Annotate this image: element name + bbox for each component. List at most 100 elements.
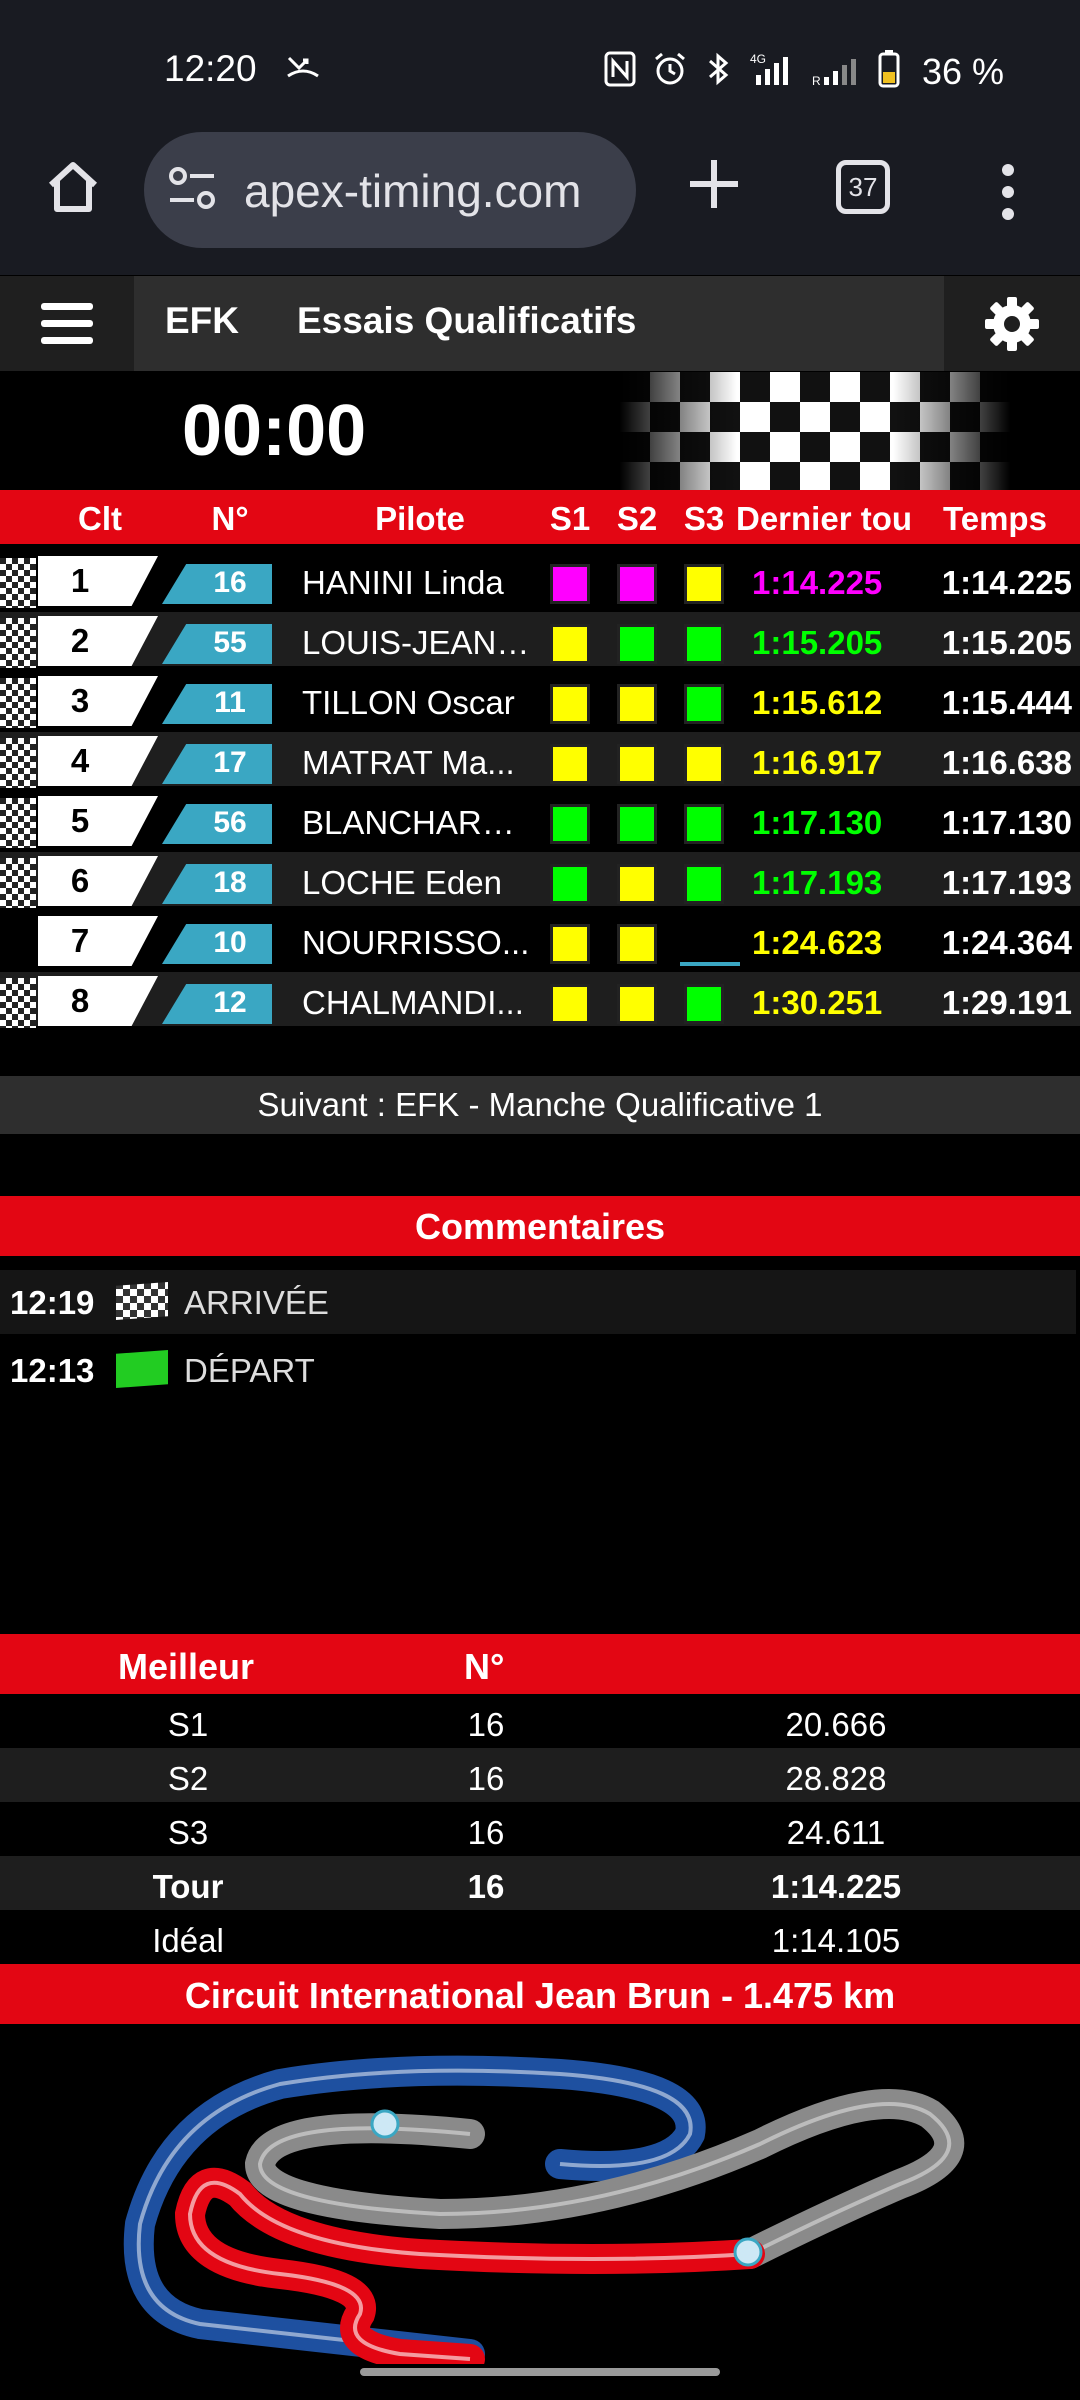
- alarm-icon: [652, 51, 688, 92]
- best-lap-time: 1:17.193: [941, 864, 1072, 901]
- last-lap-time: 1:30.251: [752, 984, 883, 1021]
- checkered-flag-icon: [0, 678, 36, 728]
- comment-time: 12:19: [10, 1284, 95, 1321]
- comment-text: DÉPART: [184, 1352, 315, 1389]
- table-row[interactable]: 4 17 MATRAT Ma... 1:16.917 1:16.638: [0, 732, 1080, 788]
- sector-s3-indicator: [684, 804, 724, 844]
- kart-number-text: 17: [213, 746, 247, 779]
- pilot-name: LOUIS-JEAN ...: [302, 624, 532, 661]
- sector-s3-indicator: [684, 864, 724, 904]
- pilot-name: BLANCHARD...: [302, 804, 532, 841]
- sector-s1-indicator: [550, 624, 590, 664]
- green-flag-icon: [116, 1350, 168, 1388]
- track-map: [0, 2024, 1080, 2374]
- col-s3: S3: [683, 500, 725, 537]
- best-label: S3: [167, 1814, 209, 1851]
- table-row[interactable]: 3 11 TILLON Oscar 1:15.612 1:15.444: [0, 672, 1080, 728]
- pilot-name: CHALMANDI...: [302, 984, 524, 1021]
- sector-s1-indicator: [550, 564, 590, 604]
- gesture-bar[interactable]: [360, 2368, 720, 2376]
- col-best-time: Temps: [943, 500, 1047, 537]
- sector-s1-indicator: [550, 804, 590, 844]
- table-row[interactable]: 6 18 LOCHE Eden 1:17.193 1:17.193: [0, 852, 1080, 908]
- site-settings-icon[interactable]: [166, 166, 218, 217]
- circuit-title: Circuit International Jean Brun - 1.475 …: [0, 1964, 1080, 2024]
- sector-s2-indicator: [617, 804, 657, 844]
- kart-number-text: 12: [213, 986, 247, 1019]
- best-lap-time: 1:16.638: [941, 744, 1072, 781]
- best-lap-time: 1:14.225: [941, 564, 1072, 601]
- table-row[interactable]: 2 55 LOUIS-JEAN ... 1:15.205 1:15.205: [0, 612, 1080, 668]
- kart-number-text: 11: [214, 686, 246, 719]
- nfc-icon: [604, 51, 636, 92]
- sector-s2-indicator: [617, 864, 657, 904]
- col-s1: S1: [549, 500, 591, 537]
- pilot-name: LOCHE Eden: [302, 864, 502, 901]
- kart-number-text: 10: [213, 926, 247, 959]
- position-text: 5: [70, 802, 90, 839]
- status-time: 12:20: [164, 48, 257, 89]
- svg-text:R: R: [812, 74, 821, 87]
- sector-s2-indicator: [617, 624, 657, 664]
- comment-item: 12:19 ARRIVÉE: [0, 1270, 1076, 1334]
- new-tab-button[interactable]: [682, 152, 746, 216]
- url-text: apex-timing.com: [244, 165, 582, 217]
- site-navbar: EFK Essais Qualificatifs: [0, 276, 1080, 371]
- home-button[interactable]: [38, 152, 108, 222]
- kart-number-text: 18: [213, 866, 247, 899]
- sector-s3-indicator: [684, 984, 724, 1024]
- best-lap-time: 1:29.191: [941, 984, 1072, 1021]
- sector-s1-indicator: [550, 924, 590, 964]
- pilot-name: HANINI Linda: [302, 564, 504, 601]
- comments-title: Commentaires: [0, 1196, 1080, 1256]
- sector-s3-indicator: [684, 684, 724, 724]
- status-bar: 12:20 4G R 36 %: [0, 0, 1080, 130]
- sector-s1-indicator: [550, 984, 590, 1024]
- battery-icon: [878, 50, 900, 93]
- comment-item: 12:13 DÉPART: [0, 1338, 1076, 1402]
- bluetooth-icon: [704, 51, 734, 92]
- best-lap-time: 1:15.205: [941, 624, 1072, 661]
- best-value: 1:14.225: [770, 1868, 902, 1905]
- position-text: 3: [70, 682, 90, 719]
- settings-button[interactable]: [944, 276, 1080, 371]
- last-lap-time: 1:14.225: [752, 564, 883, 601]
- best-value: 28.828: [785, 1760, 887, 1797]
- battery-percent: 36 %: [922, 50, 1005, 92]
- hamburger-menu-icon[interactable]: [0, 276, 134, 371]
- best-row: Idéal 1:14.105: [0, 1910, 1080, 1964]
- kart-number-text: 55: [213, 626, 247, 659]
- browser-menu-button[interactable]: [990, 162, 1026, 222]
- best-num: 16: [467, 1814, 505, 1851]
- status-icons: 4G R 36 %: [604, 50, 1004, 93]
- tab-switcher-button[interactable]: 37: [836, 160, 890, 214]
- address-bar[interactable]: apex-timing.com: [144, 132, 636, 248]
- best-num: 16: [467, 1760, 505, 1797]
- best-row: Tour 16 1:14.225: [0, 1856, 1080, 1910]
- best-lap-time: 1:15.444: [941, 684, 1072, 721]
- best-label: S1: [167, 1706, 209, 1743]
- lap-progress-bar: [680, 962, 740, 966]
- col-s2: S2: [616, 500, 658, 537]
- sector-s2-indicator: [617, 684, 657, 724]
- brand-label[interactable]: EFK: [165, 300, 239, 342]
- table-row[interactable]: 1 16 HANINI Linda 1:14.225 1:14.225: [0, 552, 1080, 608]
- col-num: N°: [211, 500, 249, 537]
- browser-toolbar: apex-timing.com 37: [0, 130, 1080, 275]
- table-row[interactable]: 8 12 CHALMANDI... 1:30.251 1:29.191: [0, 972, 1080, 1028]
- session-timer: 00:00: [182, 391, 367, 471]
- best-value: 24.611: [786, 1814, 886, 1851]
- table-row[interactable]: 7 10 NOURRISSO... 1:24.623 1:24.364: [0, 912, 1080, 966]
- best-row: S1 16 20.666: [0, 1694, 1080, 1748]
- sector-s3-indicator: [684, 564, 724, 604]
- sector-s3-indicator: [684, 744, 724, 784]
- signal-4g-icon: 4G: [750, 51, 796, 92]
- checkered-flag-icon: [0, 858, 36, 908]
- next-session-banner: Suivant : EFK - Manche Qualificative 1: [0, 1076, 1080, 1134]
- col-clt: Clt: [78, 500, 122, 537]
- table-row[interactable]: 5 56 BLANCHARD... 1:17.130 1:17.130: [0, 792, 1080, 848]
- svg-text:4G: 4G: [750, 52, 766, 66]
- checkered-flag-icon: [0, 558, 36, 608]
- comment-time: 12:13: [10, 1352, 95, 1389]
- best-label: S2: [167, 1760, 209, 1797]
